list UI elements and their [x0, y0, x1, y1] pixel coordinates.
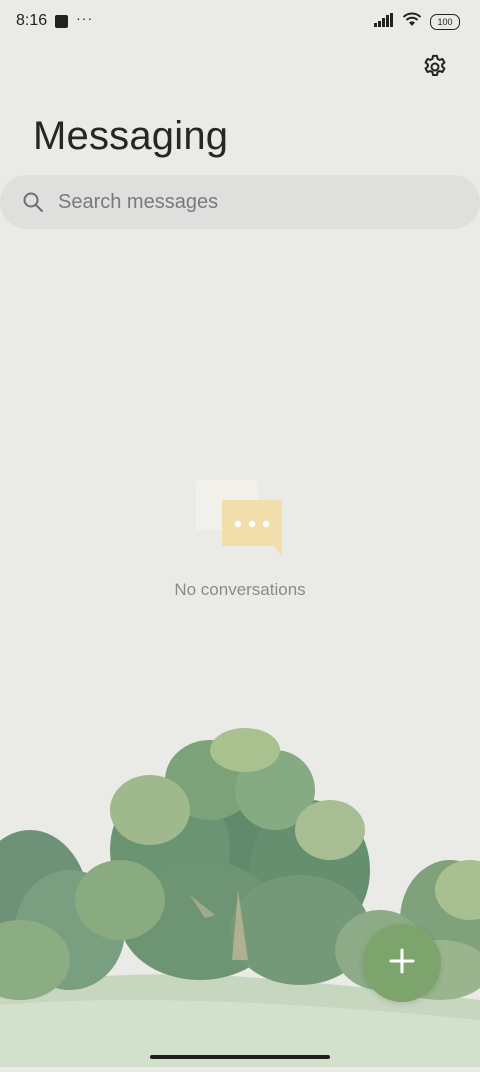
search-bar[interactable] [0, 175, 480, 229]
status-bar: 8:16 ··· 100 [0, 0, 480, 44]
landscape-illustration [0, 720, 480, 1067]
status-left: 8:16 ··· [16, 10, 94, 30]
settings-button[interactable] [420, 54, 450, 84]
notification-app-icon [55, 14, 69, 28]
gear-icon [421, 53, 449, 86]
page-title: Messaging [33, 114, 229, 158]
search-input[interactable] [56, 189, 440, 215]
wifi-icon [402, 12, 422, 32]
new-conversation-button[interactable] [363, 924, 441, 1002]
battery-indicator: 100 [430, 14, 460, 30]
search-icon [22, 191, 44, 213]
empty-state-text: No conversations [174, 580, 306, 599]
home-indicator[interactable] [150, 1055, 330, 1059]
status-time: 8:16 [16, 12, 48, 29]
signal-icon [374, 12, 394, 32]
plus-icon [388, 947, 416, 980]
status-right: 100 [374, 12, 460, 32]
chat-bubbles-icon [196, 478, 286, 558]
more-notifications-icon: ··· [76, 10, 94, 26]
